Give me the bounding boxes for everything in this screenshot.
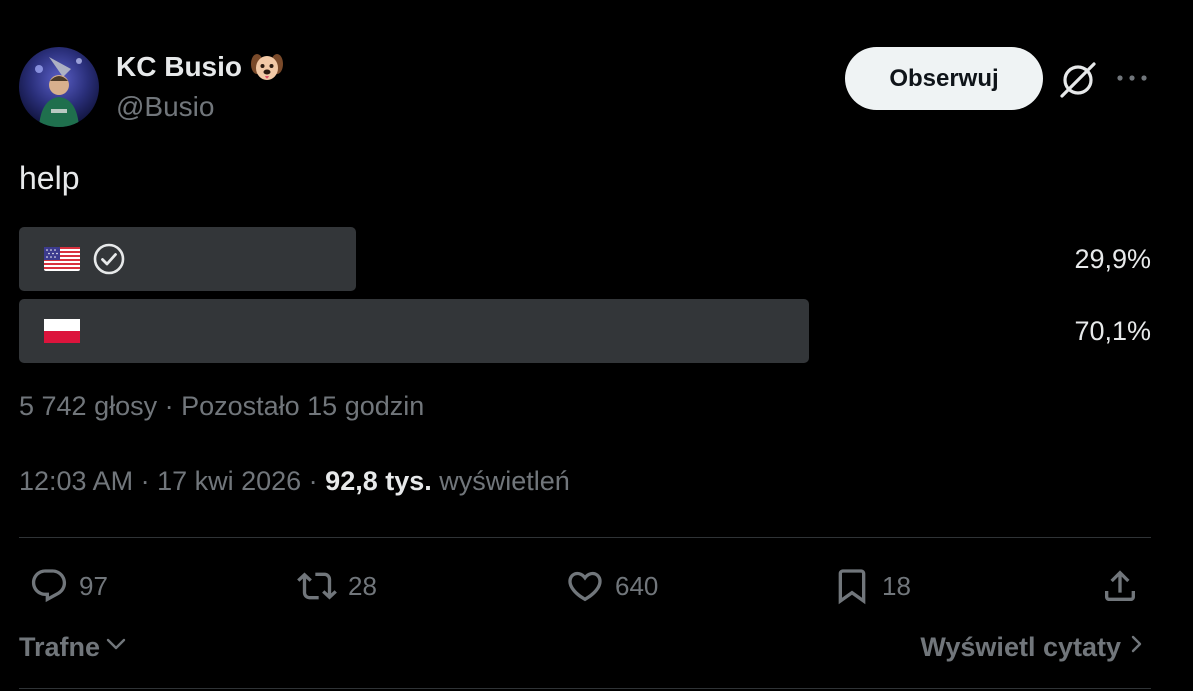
chevron-right-icon [1129, 632, 1145, 663]
reply-count: 97 [79, 570, 108, 601]
divider [19, 537, 1151, 538]
chevron-down-icon [104, 632, 128, 663]
sort-dropdown[interactable]: Trafne [19, 632, 128, 663]
user-handle[interactable]: @Busio [116, 91, 214, 123]
dog-emoji-icon [250, 50, 284, 84]
bookmark-button[interactable]: 18 [832, 563, 911, 609]
poll-percent-us: 29,9% [1074, 243, 1151, 274]
follow-button[interactable]: Obserwuj [845, 47, 1043, 110]
avatar[interactable] [19, 47, 99, 127]
view-quotes-link[interactable]: Wyświetl cytaty [920, 632, 1145, 663]
bottom-divider [19, 688, 1151, 689]
view-quotes-label: Wyświetl cytaty [920, 632, 1121, 662]
poll-option-us: 29,9% [19, 227, 1151, 291]
like-count: 640 [615, 570, 659, 601]
share-icon [1100, 566, 1140, 606]
flag-us-icon [44, 247, 80, 271]
bookmark-icon [832, 566, 872, 606]
more-icon[interactable] [1114, 66, 1150, 90]
poll-option-pl: 70,1% [19, 299, 1151, 363]
bookmark-count: 18 [882, 570, 911, 601]
check-circle-icon [92, 242, 126, 276]
tweet-timestamp[interactable]: 12:03 AM · 17 kwi 2026 · [19, 466, 325, 496]
repost-button[interactable]: 28 [296, 563, 377, 609]
views-label: wyświetleń [439, 466, 570, 496]
views-count: 92,8 tys. [325, 466, 432, 496]
poll-bar-pl [19, 299, 809, 363]
like-button[interactable]: 640 [565, 563, 658, 609]
reply-button[interactable]: 97 [29, 563, 108, 609]
display-name-text: KC Busio [116, 51, 242, 82]
repost-count: 28 [348, 570, 377, 601]
heart-icon [565, 566, 605, 606]
display-name[interactable]: KC Busio [116, 50, 284, 84]
tweet-meta: 12:03 AM · 17 kwi 2026 · 92,8 tys. wyświ… [19, 466, 570, 497]
share-button[interactable] [1100, 563, 1140, 609]
sort-label: Trafne [19, 632, 101, 662]
poll-percent-pl: 70,1% [1074, 315, 1151, 346]
flag-pl-icon [44, 319, 80, 343]
grok-icon[interactable] [1056, 58, 1100, 102]
poll-meta: 5 742 głosy · Pozostało 15 godzin [19, 391, 425, 421]
tweet-text: help [19, 160, 80, 196]
repost-icon [296, 566, 338, 606]
reply-icon [29, 566, 69, 606]
